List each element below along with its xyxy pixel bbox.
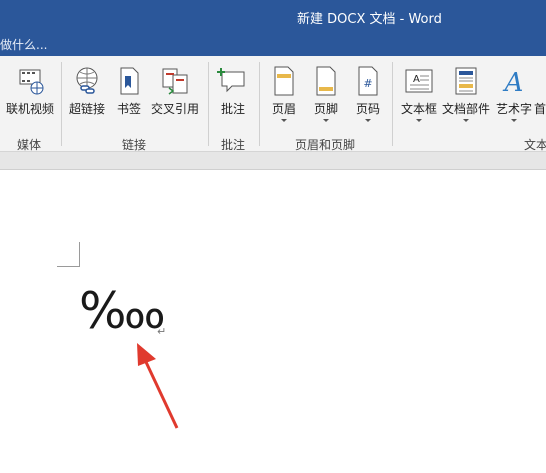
svg-text:#: # bbox=[363, 77, 372, 90]
chevron-down-icon bbox=[365, 119, 371, 122]
chevron-down-icon bbox=[463, 119, 469, 122]
online-video-icon bbox=[19, 69, 44, 95]
tell-me-input[interactable]: 做什么... bbox=[0, 36, 47, 53]
chevron-down-icon bbox=[416, 119, 422, 122]
group-label-header-footer: 页眉和页脚 bbox=[295, 138, 356, 152]
tell-me-bar: 做什么... bbox=[0, 32, 546, 56]
margin-corner-mark bbox=[79, 242, 80, 267]
title-bar: 新建 DOCX 文档 - Word bbox=[0, 0, 546, 32]
footer-button[interactable]: 页脚 bbox=[306, 62, 346, 124]
svg-text:A: A bbox=[413, 74, 420, 85]
wordart-label: 艺术字 bbox=[495, 102, 532, 116]
ribbon-insert: 联机视频 媒体 超链接 书签 交叉引用 链接 批注 批注 页眉 页脚 # 页码 … bbox=[0, 56, 546, 152]
comment-label: 批注 bbox=[220, 102, 245, 116]
online-video-button[interactable]: 联机视频 bbox=[4, 62, 56, 124]
text-box-button[interactable]: A 文本框 bbox=[396, 62, 442, 124]
group-separator bbox=[259, 62, 260, 146]
comment-icon bbox=[217, 68, 245, 93]
window-title: 新建 DOCX 文档 - Word bbox=[297, 12, 442, 27]
hyperlink-button[interactable]: 超链接 bbox=[66, 62, 108, 124]
group-separator bbox=[61, 62, 62, 146]
hyperlink-icon bbox=[76, 67, 98, 94]
wordart-button[interactable]: A 艺术字 bbox=[493, 62, 535, 124]
drop-cap-button[interactable]: 首 bbox=[534, 62, 546, 124]
text-box-label: 文本框 bbox=[400, 102, 437, 116]
wordart-icon: A bbox=[503, 68, 524, 96]
page-number-button[interactable]: # 页码 bbox=[348, 62, 388, 124]
header-label: 页眉 bbox=[271, 102, 296, 116]
bookmark-button[interactable]: 书签 bbox=[111, 62, 147, 124]
cross-reference-label: 交叉引用 bbox=[150, 102, 199, 116]
page-number-label: 页码 bbox=[355, 102, 380, 116]
chevron-down-icon bbox=[323, 119, 329, 122]
chevron-down-icon bbox=[281, 119, 287, 122]
paragraph-mark: ↵ bbox=[157, 325, 167, 338]
footer-icon bbox=[316, 66, 336, 96]
quick-parts-button[interactable]: 文档部件 bbox=[441, 62, 491, 124]
new-comment-button[interactable]: 批注 bbox=[212, 62, 254, 124]
header-button[interactable]: 页眉 bbox=[264, 62, 304, 124]
bookmark-label: 书签 bbox=[116, 102, 141, 116]
drop-cap-label: 首 bbox=[534, 102, 546, 116]
cross-reference-icon bbox=[162, 68, 188, 95]
page-number-icon: # bbox=[358, 66, 378, 96]
group-separator bbox=[392, 62, 393, 146]
quick-parts-label: 文档部件 bbox=[441, 102, 490, 116]
group-label-links: 链接 bbox=[122, 138, 147, 152]
ruler[interactable] bbox=[0, 152, 546, 170]
svg-text:A: A bbox=[503, 68, 524, 96]
group-label-comments: 批注 bbox=[221, 138, 246, 152]
bookmark-icon bbox=[120, 67, 139, 95]
hyperlink-label: 超链接 bbox=[68, 102, 105, 116]
quick-parts-icon bbox=[455, 67, 477, 95]
header-icon bbox=[274, 66, 294, 96]
chevron-down-icon bbox=[511, 119, 517, 122]
group-label-text: 文本 bbox=[524, 138, 546, 152]
cross-reference-button[interactable]: 交叉引用 bbox=[149, 62, 201, 124]
online-video-label: 联机视频 bbox=[5, 102, 54, 116]
margin-corner-mark bbox=[57, 266, 80, 267]
text-box-icon: A bbox=[405, 69, 433, 93]
group-label-media: 媒体 bbox=[17, 138, 42, 152]
footer-label: 页脚 bbox=[313, 102, 338, 116]
document-text[interactable]: ‱ bbox=[79, 286, 166, 336]
group-separator bbox=[208, 62, 209, 146]
